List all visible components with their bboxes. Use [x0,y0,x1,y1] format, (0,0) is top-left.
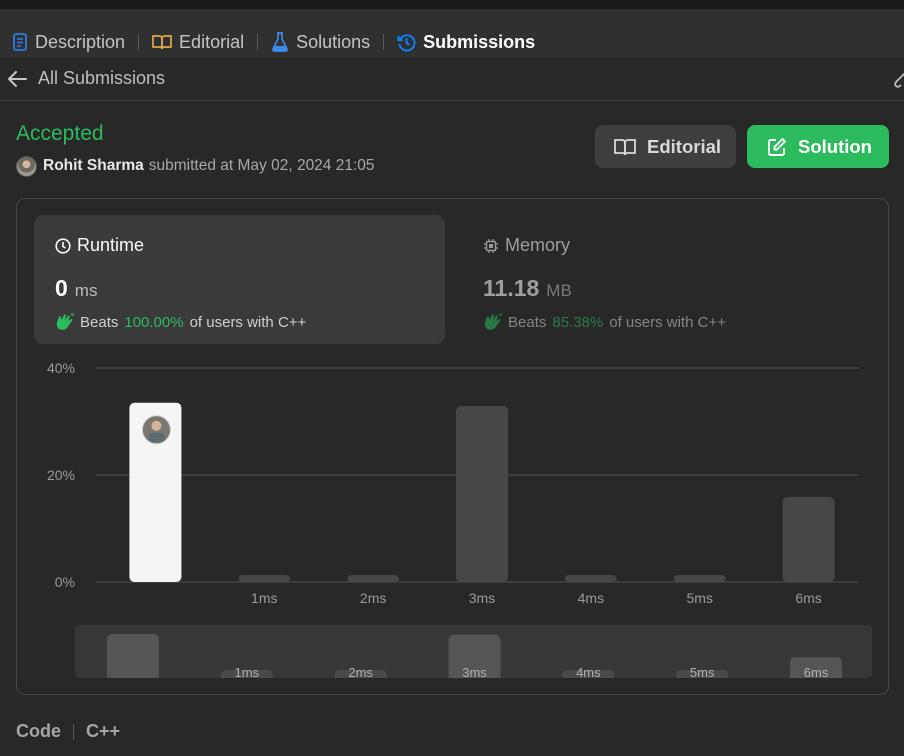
runtime-value: 0 ms [55,275,97,302]
mini-tick-label: 2ms [348,665,373,678]
avatar-body [148,432,165,442]
memory-title-label: Memory [505,235,571,255]
memory-number: 11.18 [483,275,540,301]
code-label: Code [16,721,61,741]
tab-solutions-label: Solutions [296,31,371,52]
memory-beats-percent: 85.38% [552,313,604,331]
submitted-time: submitted at May 02, 2024 21:05 [148,157,375,174]
runtime-card[interactable]: Runtime 0 ms Beats 100.00% of users with… [34,215,445,344]
flask-icon [272,32,289,52]
editorial-button-label: Editorial [647,135,722,157]
y-tick-label: 0% [55,574,75,590]
clap-icon [484,313,503,330]
code-footer: Code C++ [16,721,120,742]
memory-value: 11.18 MB [483,275,572,302]
clap-icon [56,313,75,330]
y-tick-label: 20% [47,467,75,483]
runtime-title-label: Runtime [77,235,145,255]
mini-tick-label: 5ms [690,665,715,678]
tab-description-label: Description [35,31,126,52]
chart-bar [238,575,291,582]
avatar [141,415,171,445]
username[interactable]: Rohit Sharma [43,157,144,175]
memory-card[interactable]: Memory 11.18 MB Beats 85.38% of users wi… [483,215,863,344]
book-icon [614,138,636,155]
submission-subheader: All Submissions [0,57,904,101]
memory-beats-suffix: of users with C++ [609,313,726,331]
runtime-range-slider[interactable]: 1ms 2ms 3ms 4ms 5ms 6ms [75,625,872,678]
solution-button[interactable]: Solution [747,125,889,168]
runtime-beats-suffix: of users with C++ [189,313,307,331]
x-tick-label: 2ms [360,590,386,606]
runtime-distribution-chart: 40% 20% 0% 1ms 2ms 3ms 4ms 5ms 6ms [47,360,858,606]
chart-bar [564,575,617,582]
mini-tick-label: 6ms [804,665,829,678]
runtime-beats-prefix: Beats [80,313,119,331]
runtime-unit: ms [74,281,98,300]
submission-meta: Rohit Sharma submitted at May 02, 2024 2… [16,155,375,177]
stats-panel: Runtime 0 ms Beats 100.00% of users with… [16,198,889,695]
edit-icon [768,137,786,156]
avatar[interactable] [16,155,37,177]
x-tick-label: 6ms [795,590,821,606]
chart-bar [673,575,726,582]
link-icon[interactable] [893,69,904,89]
mini-chart-bar [106,634,159,678]
memory-beats: Beats 85.38% of users with C++ [483,313,726,331]
mini-tick-label: 1ms [235,665,260,678]
arrow-left-icon[interactable] [6,69,28,89]
submission-status: Accepted [16,122,104,145]
tab-submissions-label: Submissions [423,31,536,52]
memory-unit: MB [546,281,572,300]
clock-icon [55,237,71,254]
mini-tick-label: 4ms [576,665,601,678]
runtime-title: Runtime [55,235,144,256]
history-icon [397,33,416,51]
tab-divider [257,34,259,50]
avatar-face [151,420,162,431]
footer-divider [73,723,74,740]
book-icon [152,35,172,50]
description-icon [13,33,27,51]
runtime-beats-percent: 100.00% [124,313,184,331]
language-label: C++ [86,721,121,741]
chart-bar [456,405,508,582]
editorial-button[interactable]: Editorial [595,125,736,168]
tab-divider [383,34,385,50]
top-tab-bar: Description Editorial Solutions Submissi… [0,0,904,57]
memory-beats-prefix: Beats [508,313,547,331]
solution-button-label: Solution [798,135,872,157]
mini-tick-label: 3ms [462,665,487,678]
runtime-beats: Beats 100.00% of users with C++ [55,313,306,331]
chart-bar [347,575,400,582]
tab-editorial-label: Editorial [179,31,245,52]
x-tick-label: 5ms [686,590,712,606]
y-tick-label: 40% [47,360,75,376]
runtime-number: 0 [55,275,68,301]
x-tick-label: 4ms [578,590,604,606]
memory-title: Memory [483,235,570,256]
tab-divider [138,34,140,50]
x-tick-label: 1ms [251,590,277,606]
x-tick-label: 3ms [469,590,495,606]
chip-icon [484,238,498,253]
all-submissions-link[interactable]: All Submissions [38,68,165,89]
chart-bar [782,496,835,582]
